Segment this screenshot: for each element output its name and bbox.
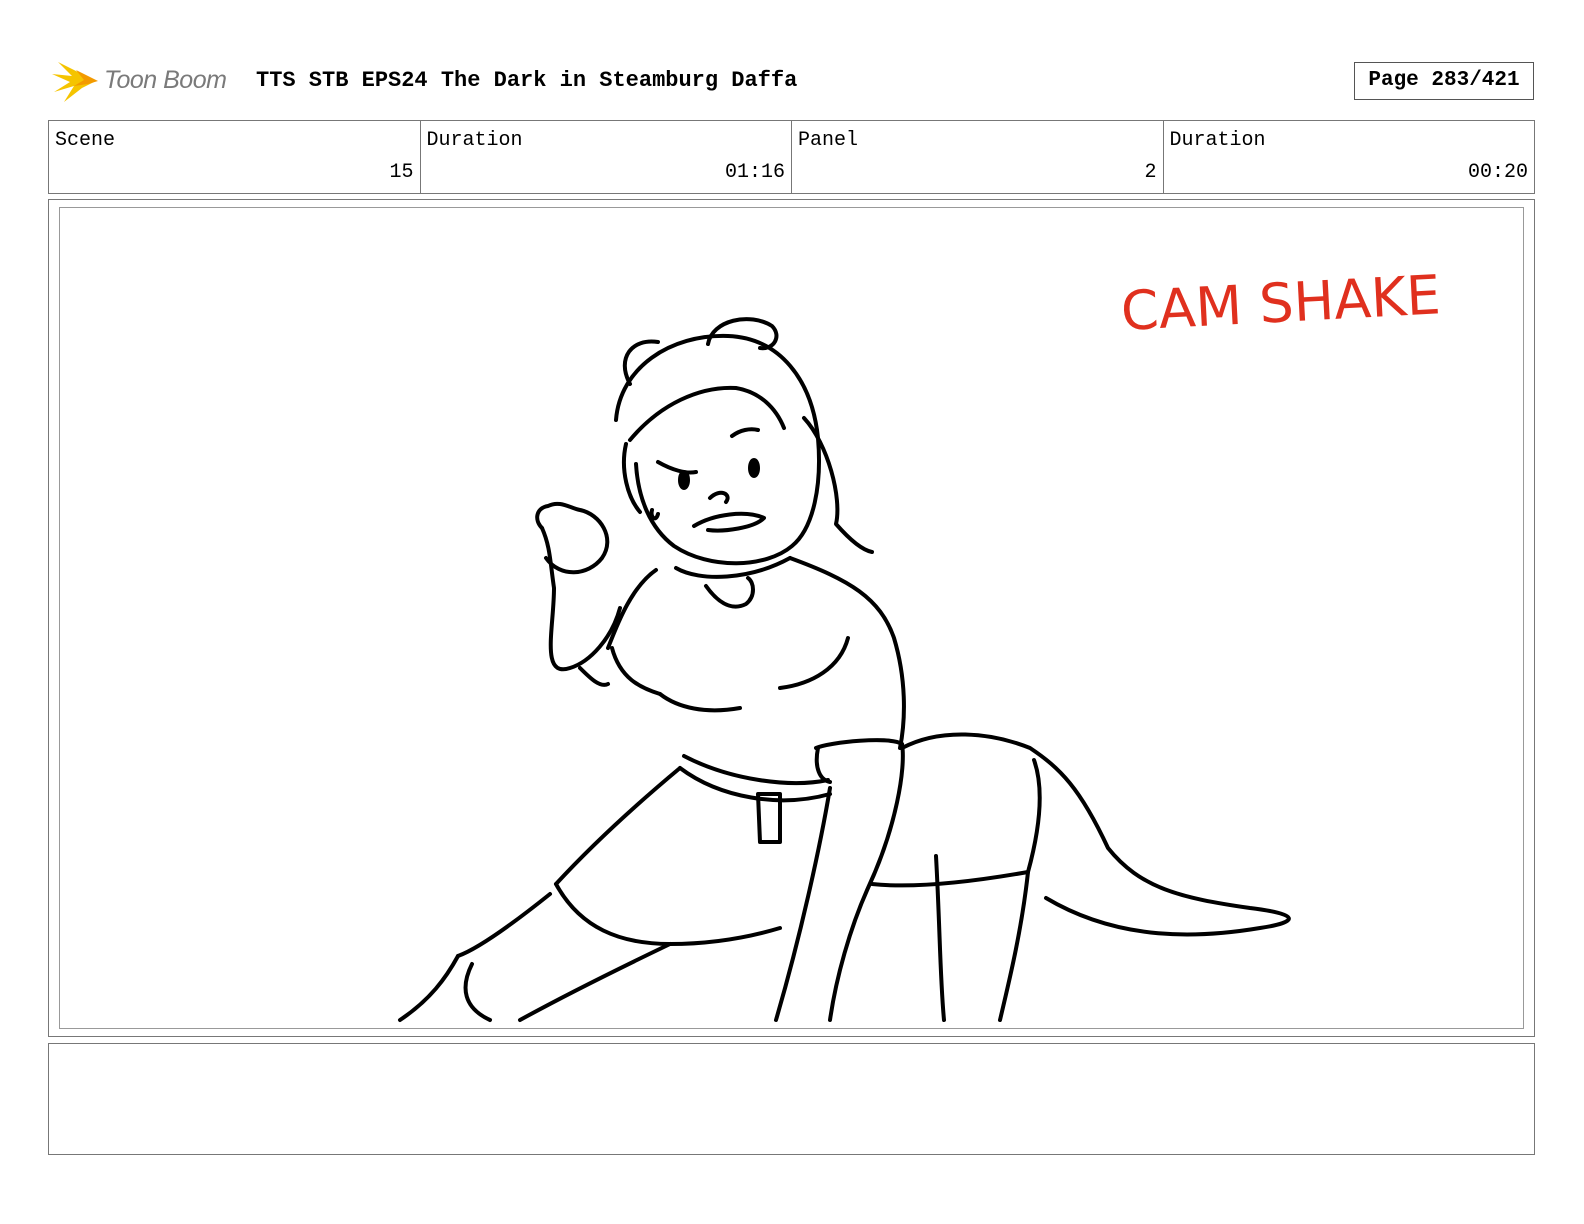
panel-notes-box	[48, 1043, 1535, 1155]
scene-duration-label: Duration	[426, 129, 523, 152]
logo-text: Toon Boom	[104, 66, 227, 94]
panel-value: 2	[1144, 161, 1157, 184]
panel-cell: Panel 2	[792, 121, 1164, 193]
logo-burst-icon	[52, 62, 98, 102]
scene-label: Scene	[55, 129, 116, 152]
panel-duration-cell: Duration 00:20	[1164, 121, 1535, 193]
scene-duration-cell: Duration 01:16	[421, 121, 792, 193]
scene-info-row: Scene 15 Duration 01:16 Panel 2 Duration…	[48, 120, 1535, 194]
panel-label: Panel	[798, 129, 859, 152]
panel-duration-label: Duration	[1169, 129, 1266, 152]
toon-boom-logo: Toon Boom	[52, 56, 242, 106]
scene-cell: Scene 15	[49, 121, 421, 193]
document-title: TTS STB EPS24 The Dark in Steamburg Daff…	[256, 68, 798, 93]
page-indicator: Page 283/421	[1354, 62, 1534, 100]
character-sketch: CAM SHAKE	[398, 263, 1442, 1022]
cam-shake-annotation: CAM SHAKE	[1119, 263, 1442, 343]
scene-duration-value: 01:16	[724, 161, 785, 184]
storyboard-panel-image: CAM SHAKE	[59, 207, 1524, 1029]
scene-value: 15	[389, 161, 414, 184]
panel-duration-value: 00:20	[1467, 161, 1528, 184]
